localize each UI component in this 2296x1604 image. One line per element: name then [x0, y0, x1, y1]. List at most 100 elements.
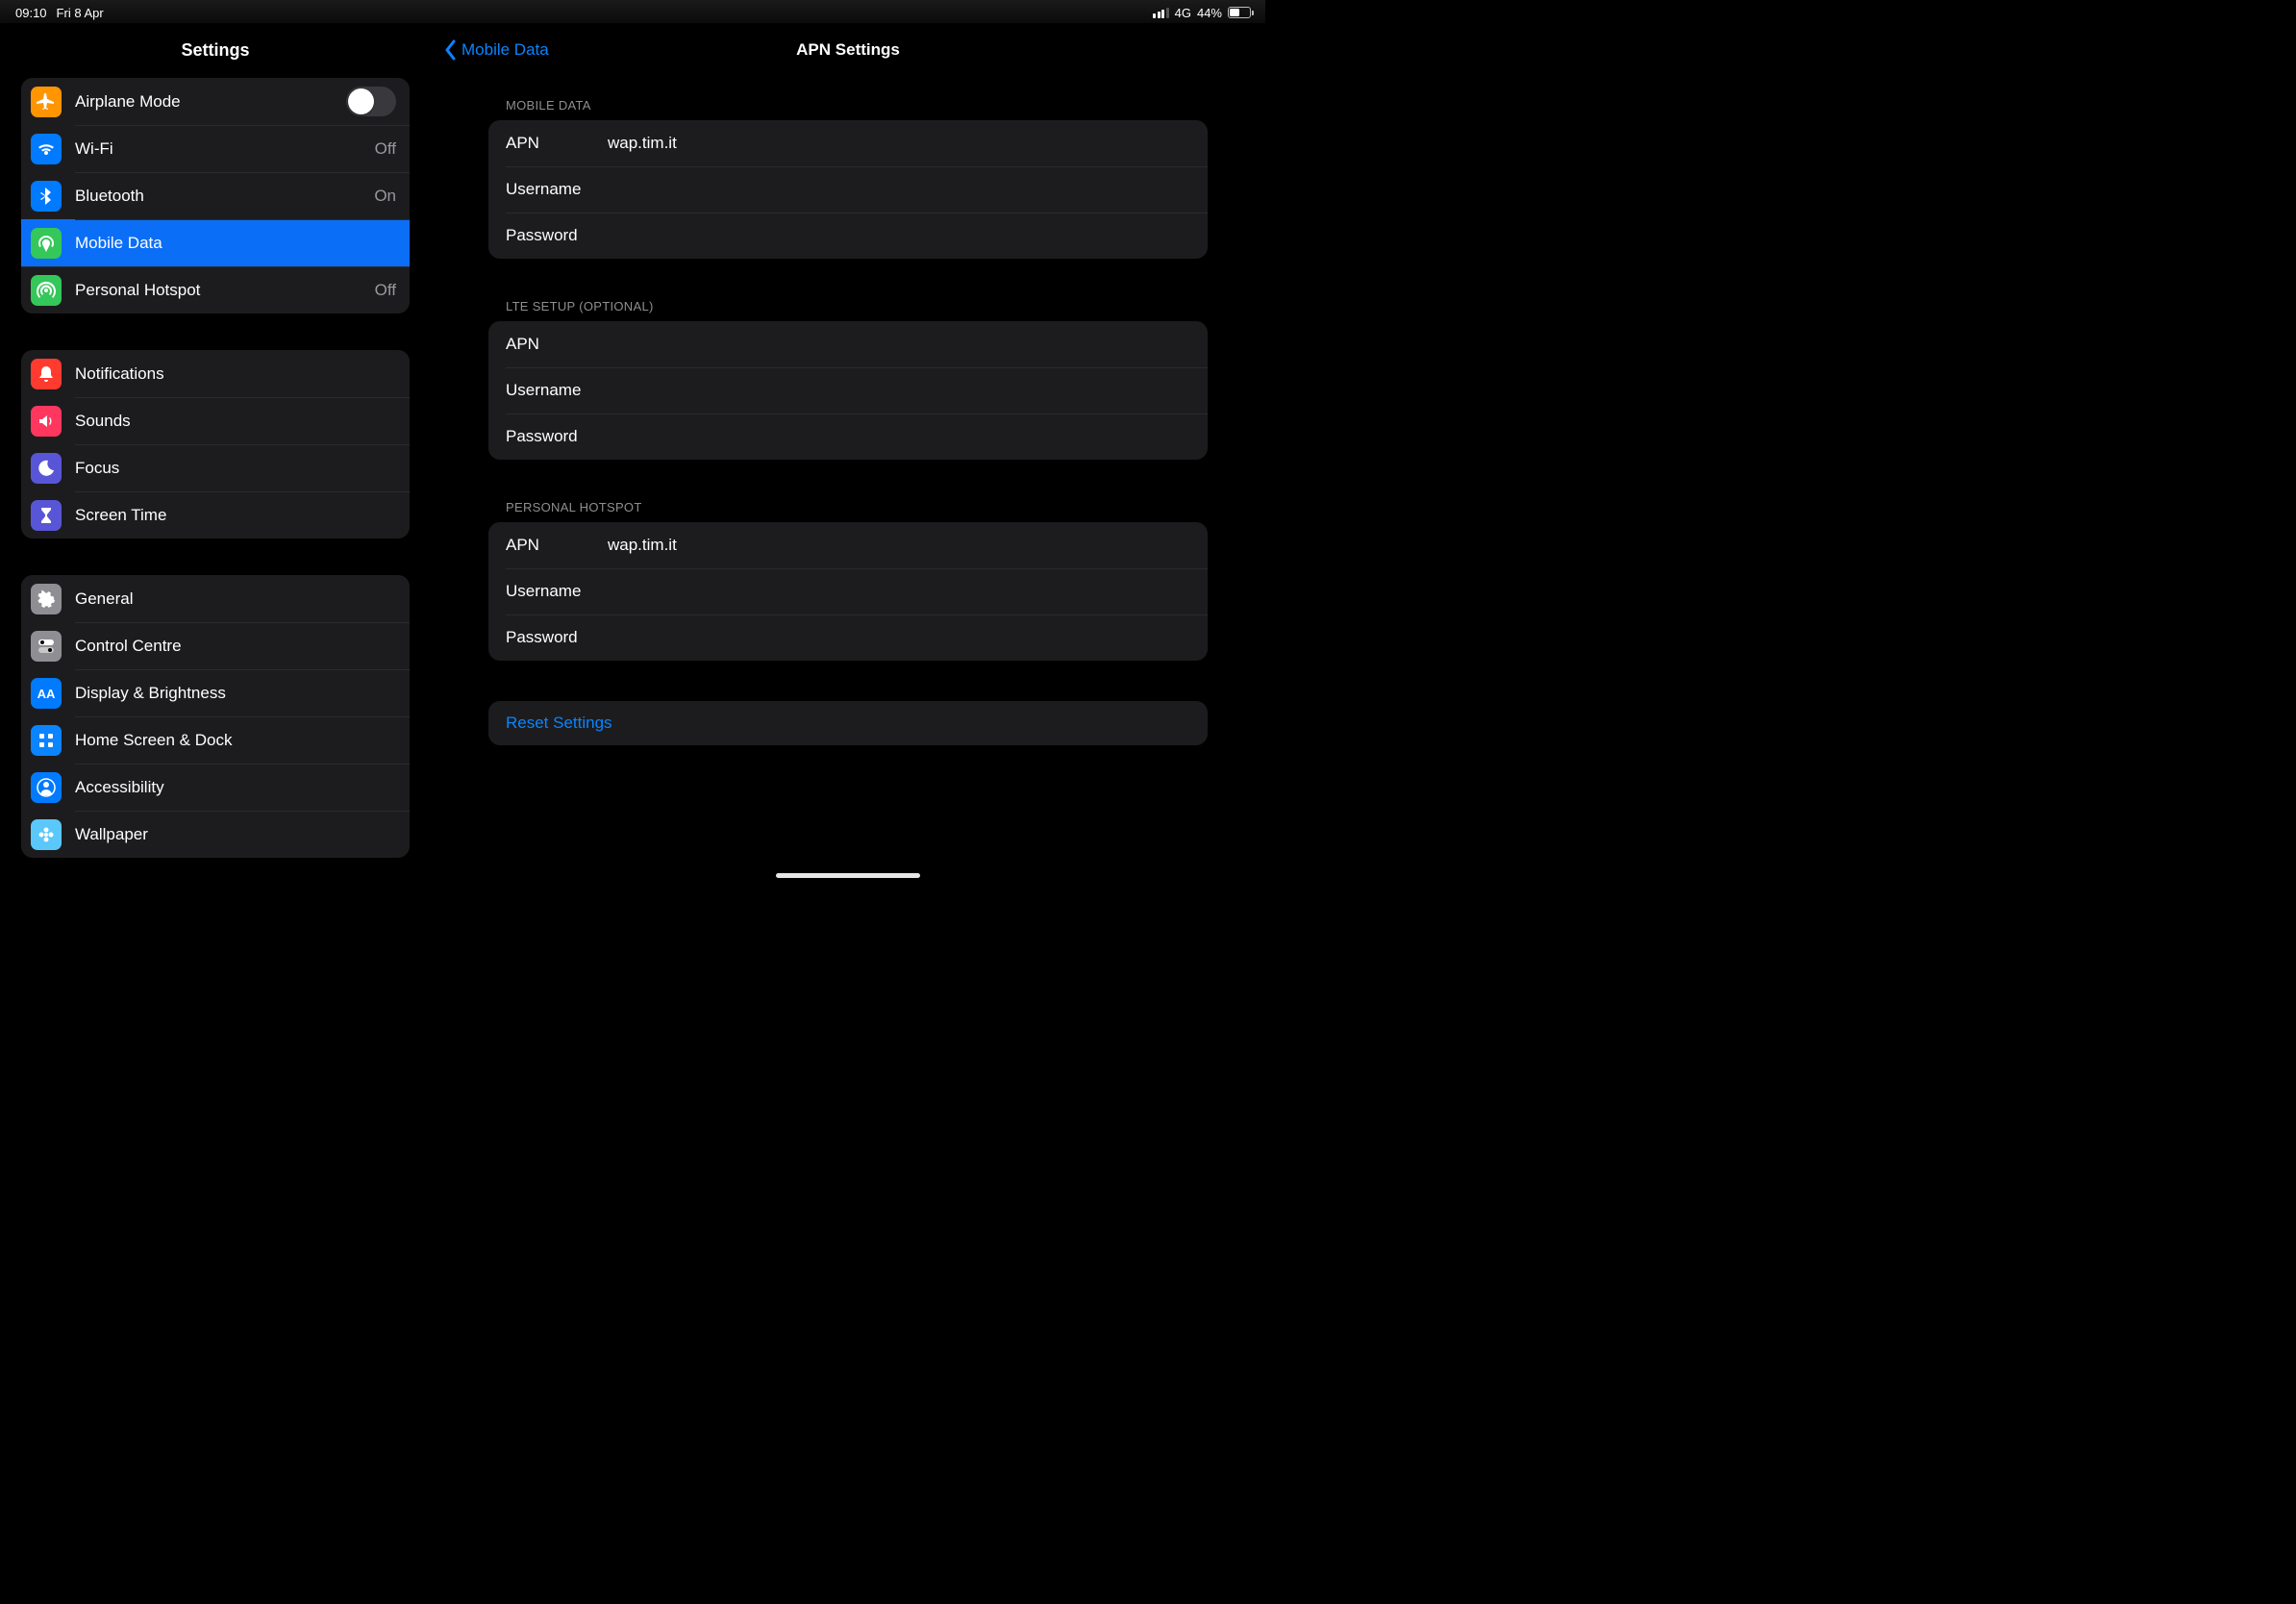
field-label: APN: [506, 134, 608, 153]
sidebar-item-sounds[interactable]: Sounds: [21, 397, 410, 444]
sidebar-item-label: Screen Time: [75, 506, 396, 525]
field-row-apn[interactable]: APN: [488, 522, 1208, 568]
field-input-username[interactable]: [608, 582, 1190, 601]
field-input-password[interactable]: [608, 226, 1190, 245]
sidebar-item-label: General: [75, 589, 396, 609]
field-input-apn[interactable]: [608, 335, 1190, 354]
airplane-icon: [31, 87, 62, 117]
sidebar-item-value: Off: [375, 281, 396, 300]
switches-icon: [31, 631, 62, 662]
field-input-username[interactable]: [608, 180, 1190, 199]
chevron-left-icon: [444, 39, 458, 61]
sidebar-group: Airplane ModeWi-FiOffBluetoothOnMobile D…: [21, 78, 410, 313]
reset-settings-button[interactable]: Reset Settings: [488, 701, 1208, 745]
flower-icon: [31, 819, 62, 850]
sidebar-item-bluetooth[interactable]: BluetoothOn: [21, 172, 410, 219]
sidebar-item-wifi[interactable]: Wi-FiOff: [21, 125, 410, 172]
sidebar-item-label: Mobile Data: [75, 234, 396, 253]
sidebar-item-notifications[interactable]: Notifications: [21, 350, 410, 397]
sidebar-item-label: Display & Brightness: [75, 684, 396, 703]
field-input-apn[interactable]: [608, 134, 1190, 153]
field-row-password[interactable]: Password: [488, 614, 1208, 661]
network-type: 4G: [1175, 6, 1191, 20]
field-label: Password: [506, 226, 608, 245]
field-label: Username: [506, 381, 608, 400]
field-label: Username: [506, 582, 608, 601]
apn-section: LTE SETUP (OPTIONAL) APN Username Password: [488, 299, 1208, 460]
status-date: Fri 8 Apr: [57, 6, 104, 20]
field-group: APN Username Password: [488, 522, 1208, 661]
hotspot-icon: [31, 275, 62, 306]
bell-icon: [31, 359, 62, 389]
page-title: APN Settings: [796, 40, 900, 60]
field-row-password[interactable]: Password: [488, 213, 1208, 259]
hourglass-icon: [31, 500, 62, 531]
grid-icon: [31, 725, 62, 756]
battery-icon: [1228, 7, 1254, 18]
wifi-icon: [31, 134, 62, 164]
sidebar-item-label: Focus: [75, 459, 396, 478]
sidebar-item-value: On: [374, 187, 396, 206]
field-row-username[interactable]: Username: [488, 166, 1208, 213]
field-row-password[interactable]: Password: [488, 414, 1208, 460]
speaker-icon: [31, 406, 62, 437]
field-input-username[interactable]: [608, 381, 1190, 400]
field-label: APN: [506, 536, 608, 555]
sidebar-item-label: Sounds: [75, 412, 396, 431]
back-button[interactable]: Mobile Data: [444, 27, 549, 73]
sidebar-item-label: Wallpaper: [75, 825, 396, 844]
settings-sidebar: Settings Airplane ModeWi-FiOffBluetoothO…: [0, 0, 431, 884]
signal-bars-icon: [1153, 8, 1169, 18]
sidebar-item-display[interactable]: Display & Brightness: [21, 669, 410, 716]
nav-bar: Mobile Data APN Settings: [431, 27, 1265, 73]
back-label: Mobile Data: [462, 40, 549, 60]
status-bar: 09:10 Fri 8 Apr 4G 44%: [0, 0, 1265, 23]
detail-pane: Mobile Data APN Settings MOBILE DATA APN U…: [431, 0, 1265, 884]
field-label: APN: [506, 335, 608, 354]
sidebar-title: Settings: [0, 27, 431, 78]
sidebar-item-label: Bluetooth: [75, 187, 374, 206]
field-row-apn[interactable]: APN: [488, 120, 1208, 166]
sidebar-item-screentime[interactable]: Screen Time: [21, 491, 410, 539]
sidebar-item-label: Notifications: [75, 364, 396, 384]
field-label: Password: [506, 427, 608, 446]
field-input-password[interactable]: [608, 427, 1190, 446]
gear-icon: [31, 584, 62, 614]
sidebar-item-wallpaper[interactable]: Wallpaper: [21, 811, 410, 858]
field-row-apn[interactable]: APN: [488, 321, 1208, 367]
status-time: 09:10: [15, 6, 47, 20]
sidebar-item-label: Control Centre: [75, 637, 396, 656]
field-row-username[interactable]: Username: [488, 568, 1208, 614]
field-input-password[interactable]: [608, 628, 1190, 647]
field-input-apn[interactable]: [608, 536, 1190, 555]
bluetooth-icon: [31, 181, 62, 212]
field-group: APN Username Password: [488, 321, 1208, 460]
sidebar-item-accessibility[interactable]: Accessibility: [21, 764, 410, 811]
section-header: MOBILE DATA: [488, 98, 1208, 120]
field-row-username[interactable]: Username: [488, 367, 1208, 414]
moon-icon: [31, 453, 62, 484]
section-header: LTE SETUP (OPTIONAL): [488, 299, 1208, 321]
sidebar-item-label: Personal Hotspot: [75, 281, 375, 300]
person-icon: [31, 772, 62, 803]
sidebar-item-hotspot[interactable]: Personal HotspotOff: [21, 266, 410, 313]
aa-icon: [31, 678, 62, 709]
antenna-icon: [31, 228, 62, 259]
field-label: Username: [506, 180, 608, 199]
sidebar-item-label: Airplane Mode: [75, 92, 346, 112]
sidebar-item-mobiledata[interactable]: Mobile Data: [21, 219, 410, 266]
section-header: PERSONAL HOTSPOT: [488, 500, 1208, 522]
sidebar-item-controlcentre[interactable]: Control Centre: [21, 622, 410, 669]
sidebar-item-label: Wi-Fi: [75, 139, 375, 159]
sidebar-item-general[interactable]: General: [21, 575, 410, 622]
sidebar-item-label: Home Screen & Dock: [75, 731, 396, 750]
apn-section: PERSONAL HOTSPOT APN Username Password: [488, 500, 1208, 661]
sidebar-group: General Control Centre Display & Brightnes…: [21, 575, 410, 858]
sidebar-item-homescreen[interactable]: Home Screen & Dock: [21, 716, 410, 764]
battery-pct: 44%: [1197, 6, 1222, 20]
field-label: Password: [506, 628, 608, 647]
sidebar-item-airplane[interactable]: Airplane Mode: [21, 78, 410, 125]
sidebar-item-focus[interactable]: Focus: [21, 444, 410, 491]
toggle-airplane[interactable]: [346, 87, 396, 116]
sidebar-group: Notifications Sounds Focus Screen Time: [21, 350, 410, 539]
